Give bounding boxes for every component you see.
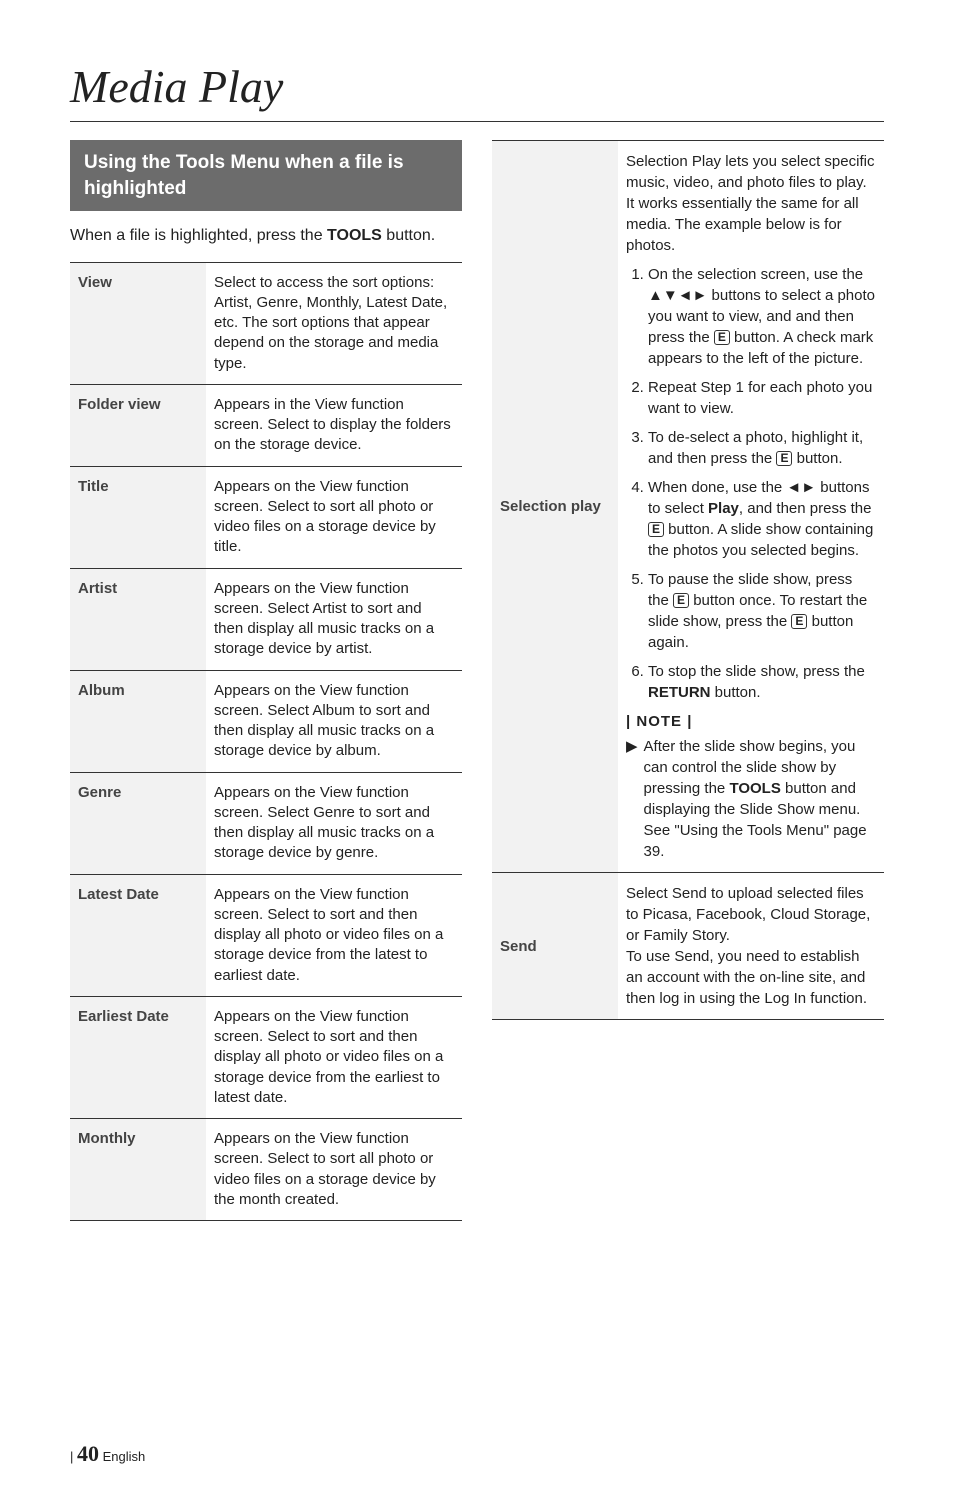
step4-play: Play — [708, 500, 739, 517]
opt-desc: Select to access the sort options: Artis… — [206, 262, 462, 384]
enter-icon: E — [648, 522, 664, 537]
opt-desc: Appears on the View function screen. Sel… — [206, 772, 462, 874]
options-table-left: View Select to access the sort options: … — [70, 262, 462, 1222]
note-item: ▶ After the slide show begins, you can c… — [626, 736, 876, 862]
lead-bold: TOOLS — [327, 227, 382, 244]
list-item: When done, use the ◄► buttons to select … — [648, 477, 876, 561]
opt-desc: Appears on the View function screen. Sel… — [206, 466, 462, 568]
opt-desc: Appears on the View function screen. Sel… — [206, 670, 462, 772]
list-item: To de-select a photo, highlight it, and … — [648, 427, 876, 469]
page-number: 40 — [77, 1441, 99, 1466]
opt-label: Selection play — [492, 141, 618, 873]
table-row: Monthly Appears on the View function scr… — [70, 1119, 462, 1221]
title-rule — [70, 121, 884, 122]
enter-icon: E — [714, 330, 730, 345]
table-row: Send Select Send to upload selected file… — [492, 873, 884, 1020]
step4-b: , and then press the — [739, 500, 872, 517]
lead-pre: When a file is highlighted, press the — [70, 227, 327, 244]
page-footer: | 40 English — [70, 1441, 884, 1467]
left-column: Using the Tools Menu when a file is high… — [70, 140, 462, 1221]
step4-c: button. A slide show containing the phot… — [648, 521, 873, 559]
lead-post: button. — [382, 227, 435, 244]
options-table-right: Selection play Selection Play lets you s… — [492, 140, 884, 1020]
lead-text: When a file is highlighted, press the TO… — [70, 225, 462, 247]
step3-b: button. — [792, 450, 842, 467]
list-item: To pause the slide show, press the E but… — [648, 569, 876, 653]
opt-label: Album — [70, 670, 206, 772]
opt-label: Send — [492, 873, 618, 1020]
table-row: Earliest Date Appears on the View functi… — [70, 996, 462, 1118]
opt-label: Earliest Date — [70, 996, 206, 1118]
opt-desc: Appears on the View function screen. Sel… — [206, 996, 462, 1118]
table-row: Folder view Appears in the View function… — [70, 384, 462, 466]
enter-icon: E — [791, 614, 807, 629]
page-title: Media Play — [70, 60, 884, 113]
table-row: Album Appears on the View function scree… — [70, 670, 462, 772]
list-item: Repeat Step 1 for each photo you want to… — [648, 377, 876, 419]
step6-b: button. — [711, 684, 761, 701]
enter-icon: E — [776, 451, 792, 466]
section-subheading: Using the Tools Menu when a file is high… — [70, 140, 462, 211]
table-row: Title Appears on the View function scree… — [70, 466, 462, 568]
send-cell: Select Send to upload selected files to … — [618, 873, 884, 1020]
opt-label: Monthly — [70, 1119, 206, 1221]
table-row: View Select to access the sort options: … — [70, 262, 462, 384]
send-desc1: Select Send to upload selected files to … — [626, 883, 876, 946]
selection-play-cell: Selection Play lets you select specific … — [618, 141, 884, 873]
step6-return: RETURN — [648, 684, 711, 701]
table-row: Latest Date Appears on the View function… — [70, 874, 462, 996]
opt-label: Title — [70, 466, 206, 568]
note-tools: TOOLS — [729, 780, 780, 797]
opt-desc: Appears on the View function screen. Sel… — [206, 874, 462, 996]
opt-desc: Appears on the View function screen. Sel… — [206, 1119, 462, 1221]
page-lang: English — [103, 1449, 146, 1464]
table-row: Artist Appears on the View function scre… — [70, 568, 462, 670]
send-desc2: To use Send, you need to establish an ac… — [626, 946, 876, 1009]
content-columns: Using the Tools Menu when a file is high… — [70, 140, 884, 1221]
opt-label: View — [70, 262, 206, 384]
opt-label: Genre — [70, 772, 206, 874]
opt-desc: Appears on the View function screen. Sel… — [206, 568, 462, 670]
note-body: After the slide show begins, you can con… — [644, 736, 876, 862]
note-heading: | NOTE | — [626, 711, 876, 732]
step6-a: To stop the slide show, press the — [648, 663, 865, 680]
opt-desc: Appears in the View function screen. Sel… — [206, 384, 462, 466]
enter-icon: E — [673, 593, 689, 608]
table-row: Genre Appears on the View function scree… — [70, 772, 462, 874]
opt-label: Latest Date — [70, 874, 206, 996]
selection-steps: On the selection screen, use the ▲▼◄► bu… — [626, 264, 876, 703]
selection-intro: Selection Play lets you select specific … — [626, 151, 876, 256]
right-column: Selection play Selection Play lets you s… — [492, 140, 884, 1221]
opt-label: Artist — [70, 568, 206, 670]
list-item: To stop the slide show, press the RETURN… — [648, 661, 876, 703]
page-root: Media Play Using the Tools Menu when a f… — [0, 0, 954, 1507]
table-row: Selection play Selection Play lets you s… — [492, 141, 884, 873]
opt-label: Folder view — [70, 384, 206, 466]
list-item: On the selection screen, use the ▲▼◄► bu… — [648, 264, 876, 369]
bullet-arrow-icon: ▶ — [626, 736, 638, 862]
